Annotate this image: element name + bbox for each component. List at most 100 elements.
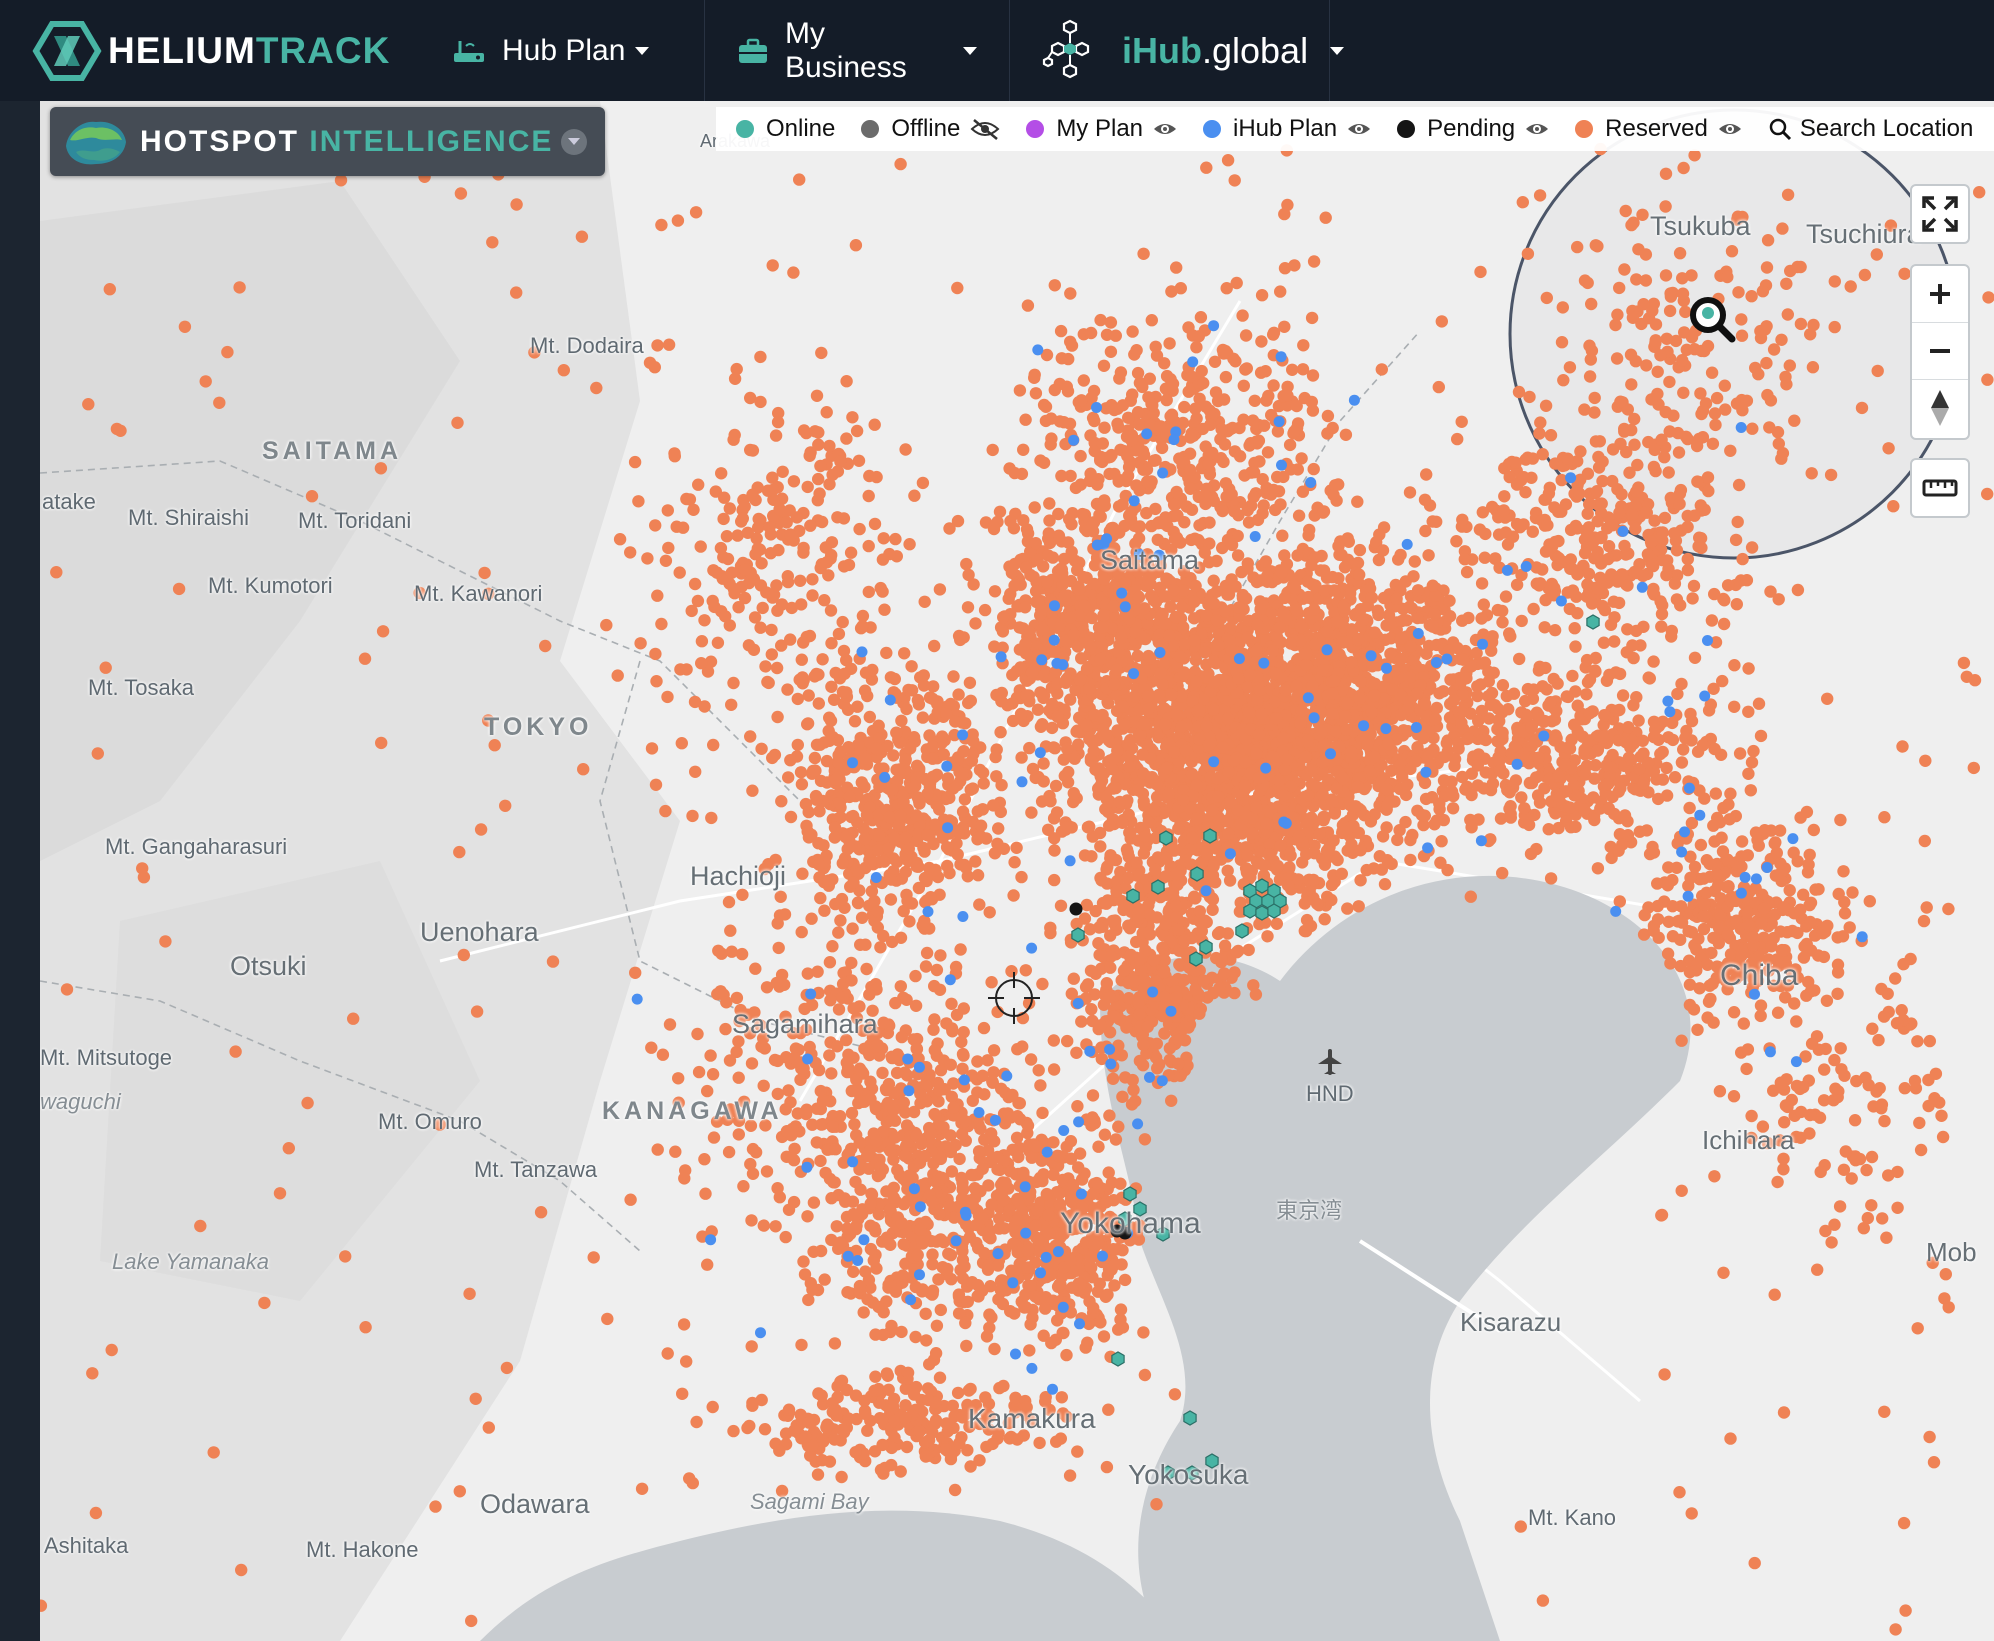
hotspot-marker [909, 1330, 922, 1344]
hotspot-marker [1114, 631, 1128, 645]
hotspot-marker [1094, 652, 1107, 666]
hotspot-marker [1443, 610, 1457, 623]
hotspot-marker [1290, 603, 1303, 617]
hotspot-marker [1283, 861, 1296, 874]
hotspot-marker [1107, 600, 1121, 613]
hotspot-marker [954, 633, 967, 647]
hotspot-marker [1386, 683, 1399, 696]
hotspot-marker [1430, 701, 1444, 715]
hotspot-marker [1296, 856, 1309, 869]
hotspot-marker [1039, 1302, 1052, 1315]
hotspot-marker [884, 893, 898, 906]
hotspot-marker [1177, 973, 1191, 987]
hotspot-marker [1025, 666, 1039, 679]
hotspot-marker [1252, 728, 1266, 741]
hotspot-marker [1024, 1053, 1038, 1066]
hotspot-marker [1191, 812, 1204, 825]
hotspot-marker [1378, 878, 1392, 891]
hotspot-marker [941, 1262, 954, 1276]
hotspot-marker [1380, 783, 1394, 796]
hotspot-marker [1422, 549, 1435, 562]
hotspot-marker [1331, 853, 1344, 867]
hotspot-marker [1333, 548, 1346, 561]
hotspot-marker [1193, 703, 1206, 717]
hotspot-marker [820, 754, 834, 768]
hotspot-marker [1278, 591, 1292, 605]
hotspot-marker [1341, 697, 1354, 710]
hotspot-marker [1045, 1336, 1058, 1350]
hotspot-marker [1325, 707, 1339, 720]
hotspot-marker [1320, 844, 1334, 857]
hotspot-marker [1407, 570, 1420, 583]
hotspot-marker [928, 639, 941, 653]
hotspot-marker [971, 869, 985, 882]
hotspot-marker [1085, 1003, 1098, 1016]
hotspot-marker [1170, 867, 1183, 881]
hotspot-marker [1464, 890, 1478, 903]
hotspot-marker [1097, 609, 1110, 622]
hotspot-marker [909, 779, 922, 793]
hotspot-marker [1107, 678, 1121, 691]
nav-my-business-label: My Business [785, 16, 907, 84]
hotspot-marker [1208, 676, 1221, 689]
hotspot-marker [1251, 618, 1264, 632]
hotspot-marker [1065, 987, 1079, 1000]
nav-hub-plan[interactable]: Hub Plan [420, 0, 705, 101]
hotspot-marker [910, 759, 924, 772]
hotspot-marker [888, 672, 901, 686]
hotspot-marker [1404, 853, 1417, 867]
hotspot-marker [1189, 579, 1202, 593]
hotspot-marker [1142, 649, 1155, 663]
hotspot-marker [1221, 712, 1235, 725]
hotspot-marker [1094, 710, 1108, 724]
hotspot-marker [1042, 527, 1055, 540]
hotspot-marker [1058, 589, 1071, 602]
hotspot-marker [1011, 1213, 1025, 1226]
hotspot-marker [988, 1342, 1001, 1356]
hotspot-marker [1179, 744, 1193, 757]
hotspot-marker [976, 766, 990, 779]
hotspot-marker [1242, 943, 1255, 957]
hotspot-marker [1008, 1307, 1021, 1320]
hotspot-marker [1241, 849, 1254, 862]
hotspot-marker [1313, 828, 1326, 841]
hotspot-marker [1147, 594, 1160, 607]
hotspot-marker [962, 696, 975, 710]
hotspot-marker [847, 1265, 860, 1279]
hotspot-marker [1325, 878, 1339, 892]
hotspot-marker [1270, 712, 1283, 725]
hotspot-marker [1277, 731, 1290, 745]
hotspot-marker [1249, 988, 1263, 1001]
nav-my-business[interactable]: My Business [705, 0, 1010, 101]
hotspot-marker [967, 734, 980, 748]
chevron-down-icon [1330, 46, 1345, 55]
hotspot-marker [1341, 902, 1354, 915]
hotspot-marker [1021, 1261, 1034, 1274]
hotspot-marker [868, 1221, 881, 1234]
hotspot-marker [1077, 570, 1090, 584]
nav-ihub-global[interactable]: iHub.global [1010, 0, 1345, 101]
hotspot-marker [1403, 671, 1416, 684]
hotspot-marker [838, 1192, 851, 1205]
brand-logo[interactable]: HELIUMTRACK [0, 0, 420, 101]
hotspot-marker [1443, 594, 1456, 607]
hotspot-marker [965, 1168, 978, 1182]
map-view[interactable]: Mt. Dodaira SAITAMA atake Mt. Shiraishi … [40, 101, 1994, 1641]
hotspot-marker [1202, 738, 1216, 752]
hotspot-marker [1328, 807, 1342, 820]
hotspot-marker [1270, 917, 1284, 930]
hotspot-marker [1165, 688, 1178, 701]
hotspot-marker [941, 859, 954, 873]
hotspot-marker [1118, 963, 1131, 977]
hotspot-marker [901, 894, 914, 908]
hotspot-marker [1269, 667, 1283, 681]
hotspot-marker [1021, 1244, 1035, 1258]
hotspot-marker [1403, 600, 1417, 613]
hotspot-marker [951, 848, 964, 861]
hotspot-marker [1328, 584, 1341, 597]
hotspot-marker [1112, 1120, 1125, 1133]
hotspot-marker [1213, 981, 1226, 995]
hotspot-marker [1337, 600, 1350, 614]
hotspot-marker [932, 1273, 945, 1286]
hotspot-marker [1025, 806, 1038, 819]
